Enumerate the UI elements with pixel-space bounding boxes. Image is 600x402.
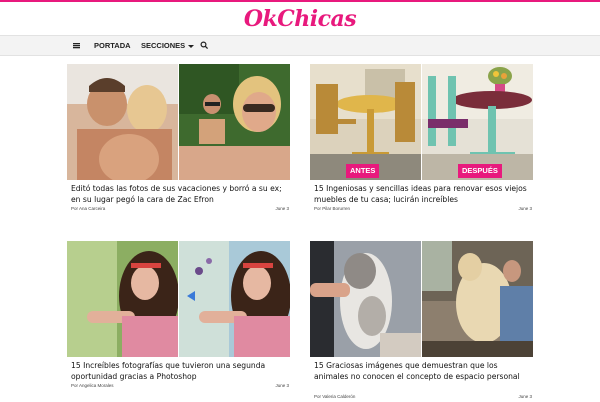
article-title[interactable]: 15 Graciosas imágenes que demuestran que…: [314, 361, 532, 382]
article-image[interactable]: [310, 241, 533, 357]
search-icon[interactable]: [200, 36, 209, 55]
after-badge: DESPUÉS: [458, 164, 502, 178]
nav-item-portada[interactable]: PORTADA: [94, 36, 131, 55]
hamburger-menu-icon[interactable]: [73, 36, 81, 55]
renovated-furniture-photo: [422, 64, 533, 180]
old-furniture-photo: [310, 64, 421, 180]
article-date: June 3: [518, 394, 532, 399]
girl-original-photo: [67, 241, 178, 357]
chevron-down-icon: [188, 44, 195, 48]
article-title[interactable]: Editó todas las fotos de sus vacaciones …: [71, 184, 289, 205]
article-meta: Por Angelica Morales June 3: [71, 383, 289, 391]
article-author[interactable]: Por Valeria Calderón: [314, 394, 355, 399]
article-card[interactable]: 15 Graciosas imágenes que demuestran que…: [310, 241, 533, 399]
article-meta: Por Ana Carceira June 3: [71, 206, 289, 214]
article-card[interactable]: 15 Increíbles fotografías que tuvieron u…: [67, 241, 290, 391]
nav-item-secciones-label: SECCIONES: [141, 41, 186, 50]
article-author[interactable]: Por Pilar Borurren: [314, 206, 350, 211]
article-author[interactable]: Por Angelica Morales: [71, 383, 114, 388]
article-date: June 3: [275, 383, 289, 388]
selfie-photo-right: [179, 64, 290, 180]
main-navbar: PORTADA SECCIONES: [0, 35, 600, 56]
article-image[interactable]: [67, 241, 290, 357]
site-header: OkChicas: [0, 2, 600, 34]
article-meta: Por Valeria Calderón June 3: [314, 394, 532, 402]
article-image[interactable]: [310, 64, 533, 180]
cat-photo: [310, 241, 421, 357]
article-image[interactable]: [67, 64, 290, 180]
girl-edited-photo: [179, 241, 290, 357]
nav-item-secciones[interactable]: SECCIONES: [141, 36, 195, 55]
article-title[interactable]: 15 Increíbles fotografías que tuvieron u…: [71, 361, 289, 382]
article-title[interactable]: 15 Ingeniosas y sencillas ideas para ren…: [314, 184, 532, 205]
site-logo[interactable]: OkChicas: [0, 6, 600, 32]
article-date: June 3: [275, 206, 289, 211]
article-card[interactable]: Editó todas las fotos de sus vacaciones …: [67, 64, 290, 214]
dog-on-lap-photo: [422, 241, 533, 357]
article-card[interactable]: ANTES DESPUÉS 15 Ingeniosas y sencillas …: [310, 64, 533, 214]
article-author[interactable]: Por Ana Carceira: [71, 206, 105, 211]
article-meta: Por Pilar Borurren June 3: [314, 206, 532, 214]
before-badge: ANTES: [346, 164, 380, 178]
couple-photo-left: [67, 64, 178, 180]
article-date: June 3: [518, 206, 532, 211]
